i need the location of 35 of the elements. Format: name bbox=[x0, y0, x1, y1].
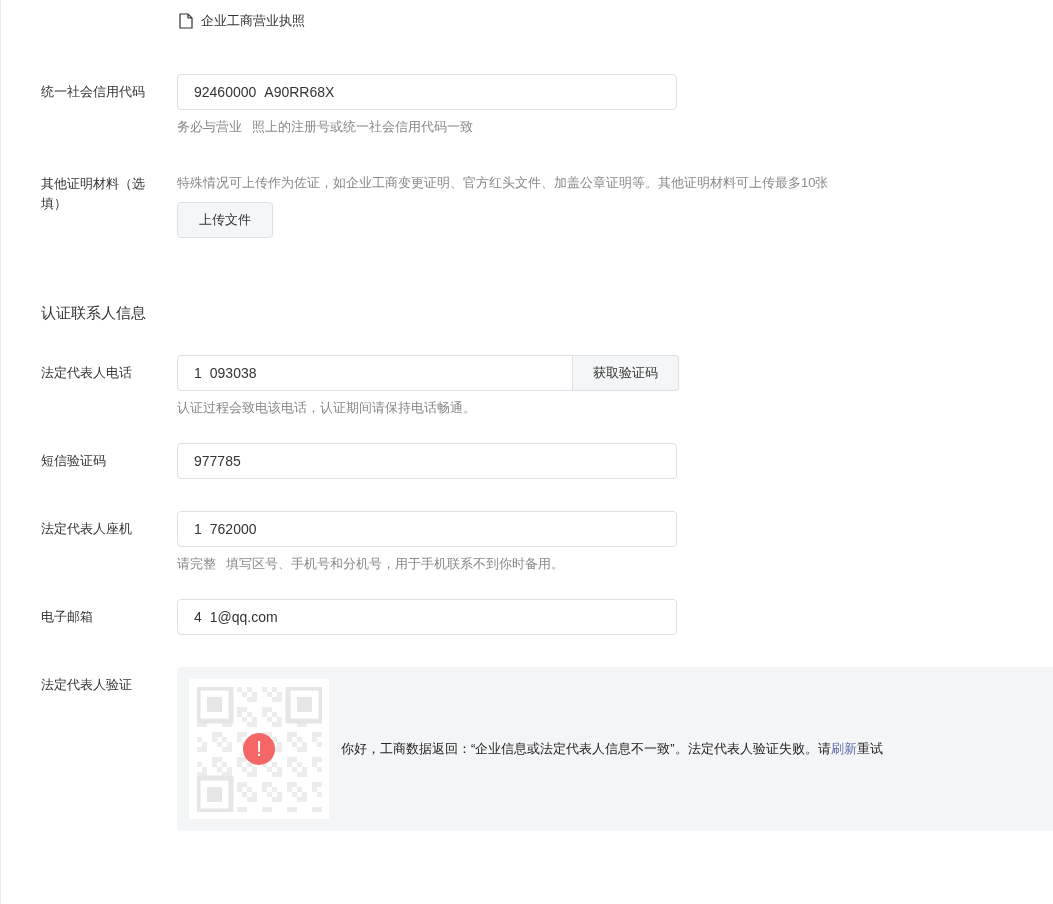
field-label: 法定代表人电话 bbox=[41, 364, 133, 382]
field-value: 1 bbox=[194, 365, 202, 381]
document-icon bbox=[179, 13, 193, 29]
field-value: 1@qq.com bbox=[209, 609, 278, 625]
file-name: 企业工商营业执照 bbox=[201, 12, 305, 30]
field-value: A90RR68X bbox=[264, 84, 335, 100]
field-hint: 填写区号、手机号和分机号，用于手机联系不到你时备用。 bbox=[226, 555, 564, 573]
field-value: 92460000 bbox=[194, 84, 257, 100]
field-hint: 请完整 bbox=[177, 555, 216, 573]
field-label: 电子邮箱 bbox=[41, 608, 94, 626]
upload-button[interactable]: 上传文件 bbox=[177, 202, 273, 238]
input-field[interactable]: 977785 bbox=[177, 443, 677, 479]
field-value: 1 bbox=[194, 521, 202, 537]
field-label: 其他证明材料（选填） bbox=[41, 175, 146, 213]
field-hint: 认证过程会致电该电话，认证期间请保持电话畅通。 bbox=[177, 399, 476, 417]
input-field[interactable]: 1 093038 bbox=[177, 355, 573, 391]
section-title: 认证联系人信息 bbox=[41, 304, 147, 323]
refresh-link[interactable]: 刷新 bbox=[830, 741, 857, 756]
field-label: 统一社会信用代码 bbox=[41, 83, 146, 101]
field-value: 4 bbox=[194, 609, 202, 625]
field-hint: 照上的注册号或统一社会信用代码一致 bbox=[252, 118, 473, 136]
input-field[interactable]: 4 1@qq.com bbox=[177, 599, 677, 635]
field-label: 短信验证码 bbox=[41, 452, 107, 470]
get-code-button[interactable]: 获取验证码 bbox=[573, 355, 679, 391]
field-value: 977785 bbox=[194, 453, 241, 469]
error-message: 你好，工商数据返回：“企业信息或法定代表人信息不一致”。法定代表人验证失败。请刷新重试 bbox=[341, 740, 883, 758]
input-field[interactable]: 92460000 A90RR68X bbox=[177, 74, 677, 110]
input-field[interactable]: 1 762000 bbox=[177, 511, 677, 547]
error-icon: ! bbox=[243, 733, 275, 765]
field-hint: 务必与营业 bbox=[177, 118, 242, 136]
field-value: 762000 bbox=[209, 521, 257, 537]
field-label: 法定代表人座机 bbox=[41, 520, 133, 538]
field-value: 093038 bbox=[209, 365, 257, 381]
field-hint: 特殊情况可上传作为佐证，如企业工商变更证明、官方红头文件、加盖公章证明等。其他证明材料可上传最多10张 bbox=[177, 174, 829, 192]
field-label: 法定代表人验证 bbox=[41, 676, 133, 694]
